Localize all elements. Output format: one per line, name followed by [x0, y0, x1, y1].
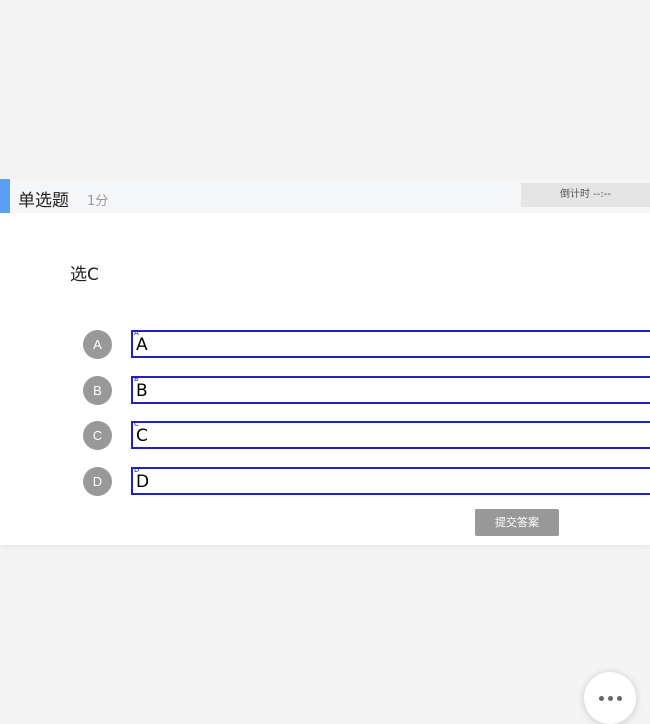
option-content-box[interactable]: A A — [131, 329, 650, 358]
option-letter-badge[interactable]: C — [83, 421, 112, 450]
option-b[interactable]: B B B — [0, 375, 650, 405]
question-header: 单选题 1分 倒计时 --:-- — [0, 179, 650, 213]
question-type-label: 单选题 — [18, 191, 69, 211]
option-letter-badge[interactable]: D — [83, 467, 112, 496]
option-text: B — [136, 381, 148, 401]
option-c[interactable]: C C C — [0, 420, 650, 450]
option-text: D — [136, 472, 150, 492]
submit-answer-button[interactable]: 提交答案 — [475, 509, 559, 536]
countdown-timer: 倒计时 --:-- — [521, 183, 650, 207]
question-card: 单选题 1分 倒计时 --:-- 选C A A A B B B C C C D … — [0, 179, 650, 545]
option-text: C — [136, 426, 148, 446]
option-letter-badge[interactable]: A — [83, 330, 112, 359]
accent-bar — [0, 179, 10, 213]
option-d[interactable]: D D D — [0, 466, 650, 496]
more-options-button[interactable] — [584, 672, 636, 724]
option-text: A — [136, 335, 148, 355]
option-content-box[interactable]: B B — [131, 375, 650, 404]
option-content-box[interactable]: C C — [131, 420, 650, 449]
question-stem: 选C — [70, 265, 99, 285]
option-a[interactable]: A A A — [0, 329, 650, 359]
option-content-box[interactable]: D D — [131, 466, 650, 495]
question-score: 1分 — [87, 194, 109, 209]
option-letter-badge[interactable]: B — [83, 376, 112, 405]
